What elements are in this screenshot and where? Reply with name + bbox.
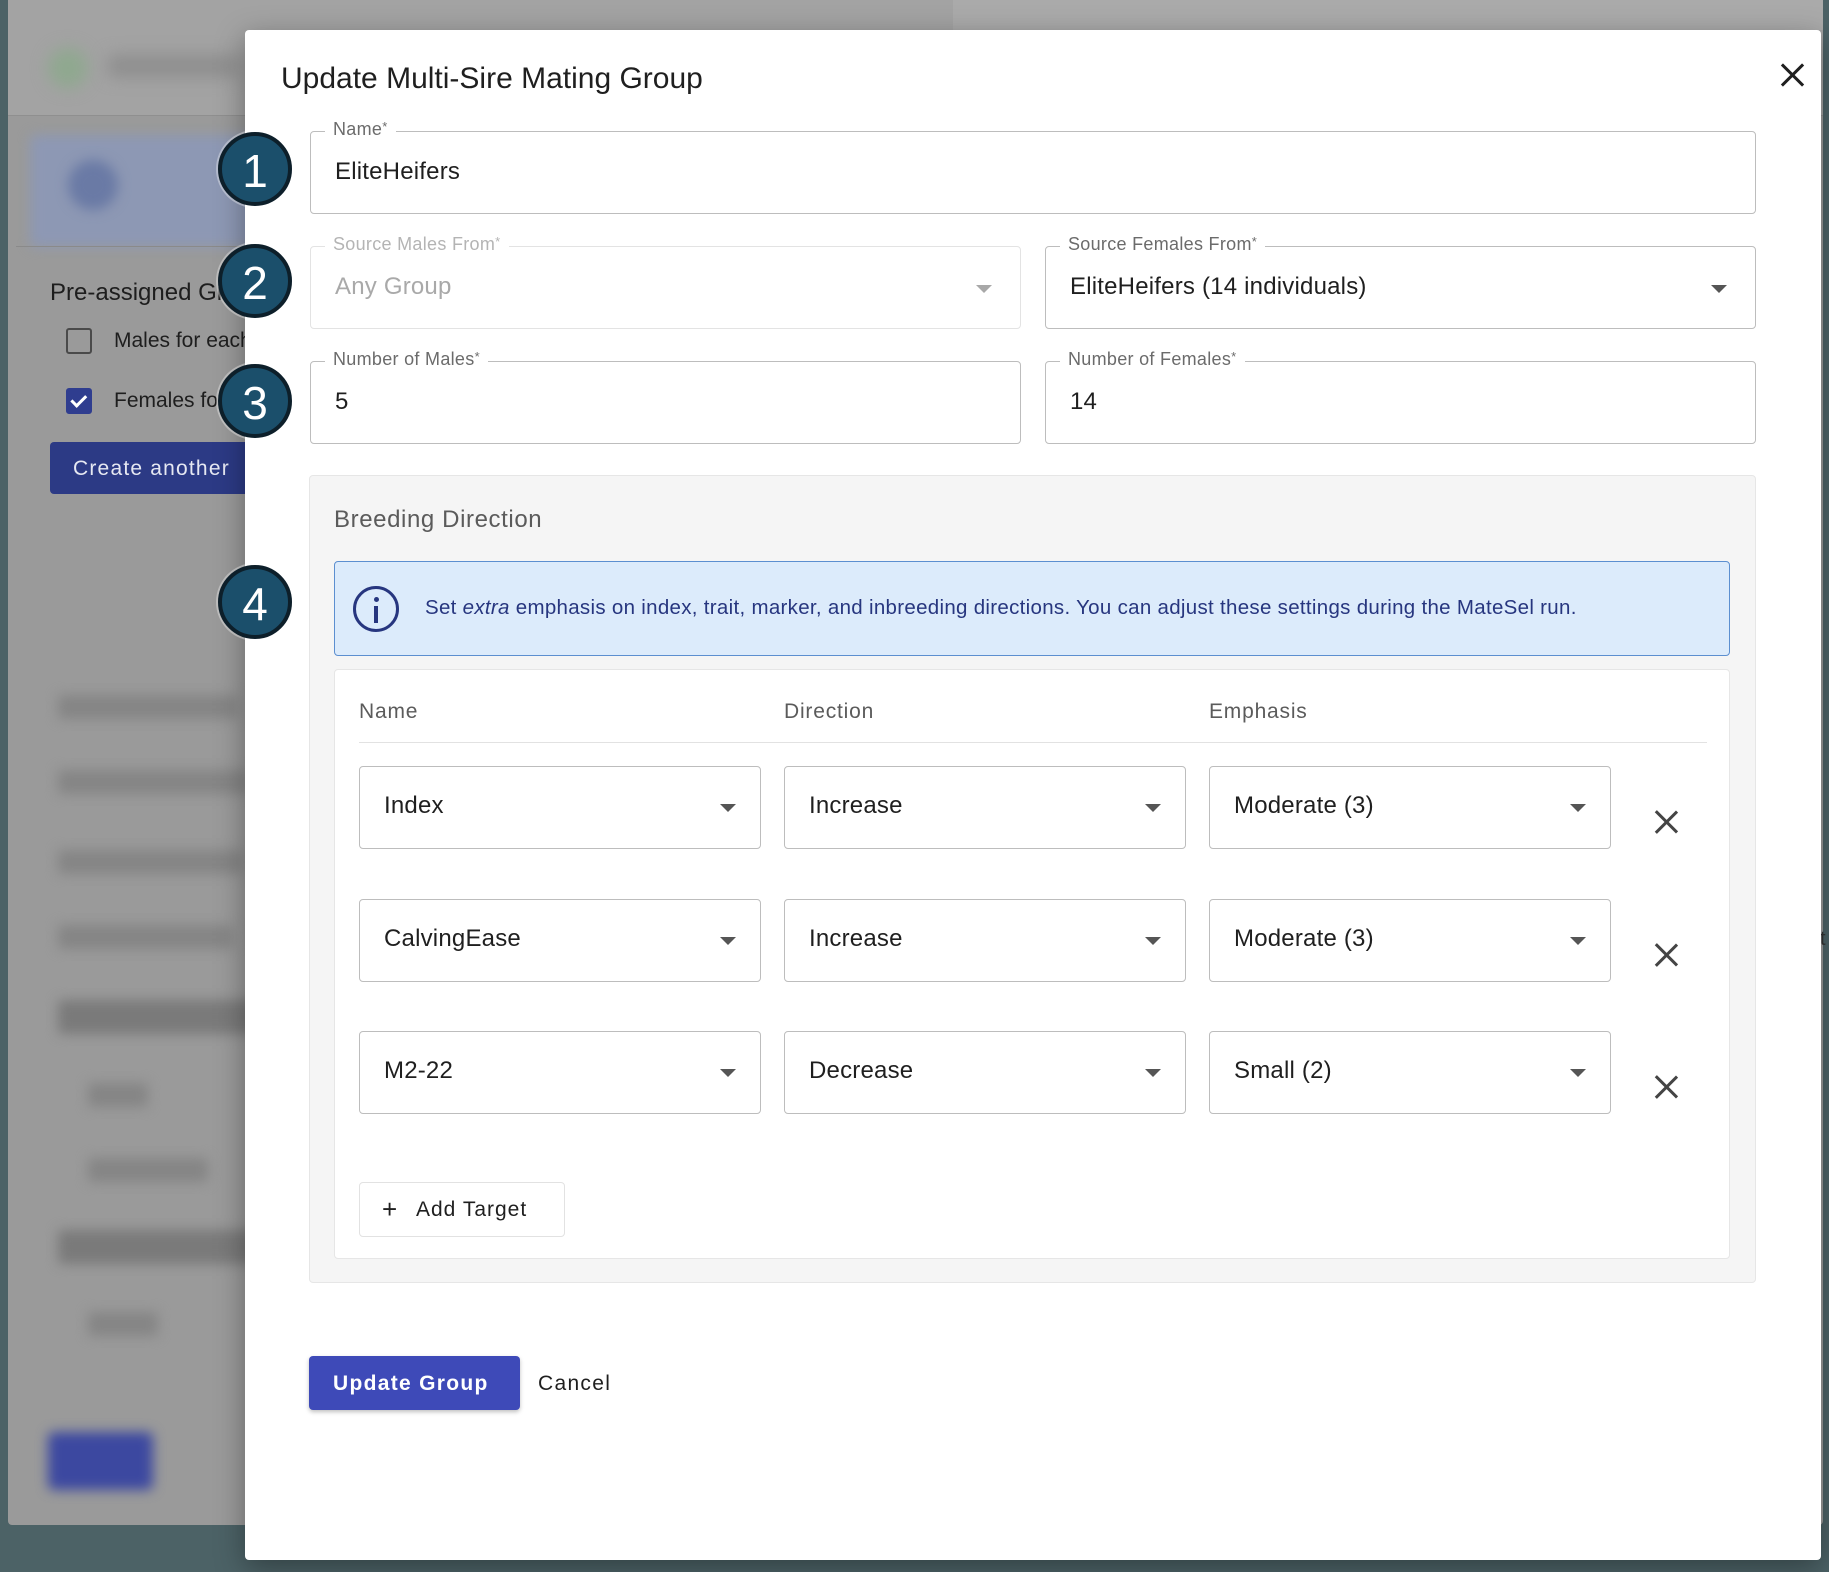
background-blurred-text	[88, 1083, 148, 1107]
remove-target-icon[interactable]	[1651, 807, 1681, 837]
target-direction-value: Increase	[809, 925, 903, 952]
chevron-down-icon[interactable]	[720, 1069, 736, 1077]
background-topbar-right	[953, 0, 1823, 30]
breeding-direction-panel: Breeding Direction Set extra emphasis on…	[309, 475, 1756, 1283]
update-group-label: Update Group	[333, 1372, 489, 1395]
chevron-down-icon[interactable]	[1145, 804, 1161, 812]
background-logo-text	[108, 55, 238, 77]
chevron-down-icon[interactable]	[1145, 1069, 1161, 1077]
column-header-name: Name	[359, 700, 419, 723]
callout-badge-4: 4	[218, 565, 292, 639]
source-females-select[interactable]: Source Females From* EliteHeifers (14 in…	[1045, 234, 1756, 329]
cancel-button[interactable]: Cancel	[530, 1356, 630, 1410]
background-checkbox-label-males: Males for each	[114, 329, 252, 352]
target-direction-value: Decrease	[809, 1057, 914, 1084]
target-name-select[interactable]: CalvingEase	[359, 899, 761, 982]
background-checkbox-row-males[interactable]: Males for each	[66, 328, 252, 354]
add-target-label: Add Target	[416, 1198, 528, 1221]
close-icon[interactable]	[1772, 55, 1812, 95]
target-direction-select[interactable]: Increase	[784, 899, 1186, 982]
background-blurred-text	[58, 770, 248, 794]
cancel-label: Cancel	[538, 1372, 612, 1395]
info-icon	[353, 586, 399, 632]
chevron-down-icon[interactable]	[1145, 937, 1161, 945]
number-of-females-label: Number of Females*	[1060, 349, 1245, 370]
background-checkbox-males[interactable]	[66, 328, 92, 354]
background-checkbox-females[interactable]	[66, 388, 92, 414]
target-name-value: Index	[384, 792, 444, 819]
number-of-males-label: Number of Males*	[325, 349, 488, 370]
chevron-down-icon[interactable]	[1570, 937, 1586, 945]
background-divider	[16, 246, 276, 247]
target-emphasis-select[interactable]: Moderate (3)	[1209, 899, 1611, 982]
source-males-select: Source Males From* Any Group	[310, 234, 1021, 329]
name-field-value: EliteHeifers	[335, 158, 461, 185]
chevron-down-icon	[976, 285, 992, 293]
target-emphasis-value: Moderate (3)	[1234, 925, 1374, 952]
target-name-select[interactable]: Index	[359, 766, 761, 849]
source-females-label: Source Females From*	[1060, 234, 1266, 255]
update-group-dialog: Update Multi-Sire Mating Group Name* Eli…	[245, 30, 1821, 1560]
chevron-down-icon[interactable]	[720, 804, 736, 812]
callout-badge-3: 3	[218, 364, 292, 438]
remove-target-icon[interactable]	[1651, 940, 1681, 970]
background-logo	[48, 48, 88, 88]
target-emphasis-value: Moderate (3)	[1234, 792, 1374, 819]
source-females-value: EliteHeifers (14 individuals)	[1070, 273, 1367, 300]
target-emphasis-select[interactable]: Small (2)	[1209, 1031, 1611, 1114]
targets-table: Name Direction Emphasis Index Increase M…	[334, 669, 1730, 1259]
add-target-button[interactable]: + Add Target	[359, 1182, 565, 1237]
number-of-females-value: 14	[1070, 388, 1098, 415]
background-blurred-text	[88, 1158, 208, 1182]
target-emphasis-select[interactable]: Moderate (3)	[1209, 766, 1611, 849]
background-blurred-text	[58, 850, 243, 874]
target-name-value: CalvingEase	[384, 925, 521, 952]
target-direction-select[interactable]: Increase	[784, 766, 1186, 849]
plus-icon: +	[382, 1194, 398, 1224]
column-header-emphasis: Emphasis	[1209, 700, 1308, 723]
background-checkbox-row-females[interactable]: Females for	[66, 388, 225, 414]
background-blurred-button	[48, 1432, 153, 1490]
chevron-down-icon[interactable]	[720, 937, 736, 945]
chevron-down-icon[interactable]	[1570, 804, 1586, 812]
info-alert-text: Set extra emphasis on index, trait, mark…	[425, 596, 1577, 619]
source-males-label: Source Males From*	[325, 234, 509, 255]
target-name-value: M2-22	[384, 1057, 454, 1084]
callout-badge-2: 2	[218, 244, 292, 318]
number-of-males-input[interactable]: Number of Males* 5	[310, 349, 1021, 444]
remove-target-icon[interactable]	[1651, 1072, 1681, 1102]
info-alert: Set extra emphasis on index, trait, mark…	[334, 561, 1730, 656]
name-field[interactable]: Name* EliteHeifers	[310, 119, 1756, 214]
background-blurred-text	[58, 695, 238, 719]
target-name-select[interactable]: M2-22	[359, 1031, 761, 1114]
name-field-label: Name*	[325, 119, 396, 140]
header-divider	[359, 742, 1707, 743]
column-header-direction: Direction	[784, 700, 875, 723]
background-blurred-heading	[58, 1230, 258, 1264]
callout-badge-1: 1	[218, 132, 292, 206]
chevron-down-icon[interactable]	[1570, 1069, 1586, 1077]
dialog-title: Update Multi-Sire Mating Group	[281, 62, 703, 95]
source-males-value: Any Group	[335, 273, 452, 300]
background-heading: Pre-assigned Gr	[50, 279, 225, 306]
number-of-males-value: 5	[335, 388, 349, 415]
background-blurred-text	[88, 1312, 158, 1336]
background-blurred-heading	[58, 1000, 258, 1034]
breeding-direction-title: Breeding Direction	[334, 506, 543, 533]
update-group-button[interactable]: Update Group	[309, 1356, 520, 1410]
chevron-down-icon[interactable]	[1711, 285, 1727, 293]
background-checkbox-label-females: Females for	[114, 389, 225, 412]
background-card-avatar	[68, 160, 118, 210]
target-direction-select[interactable]: Decrease	[784, 1031, 1186, 1114]
target-direction-value: Increase	[809, 792, 903, 819]
target-emphasis-value: Small (2)	[1234, 1057, 1332, 1084]
number-of-females-input[interactable]: Number of Females* 14	[1045, 349, 1756, 444]
background-blurred-text	[58, 925, 233, 949]
